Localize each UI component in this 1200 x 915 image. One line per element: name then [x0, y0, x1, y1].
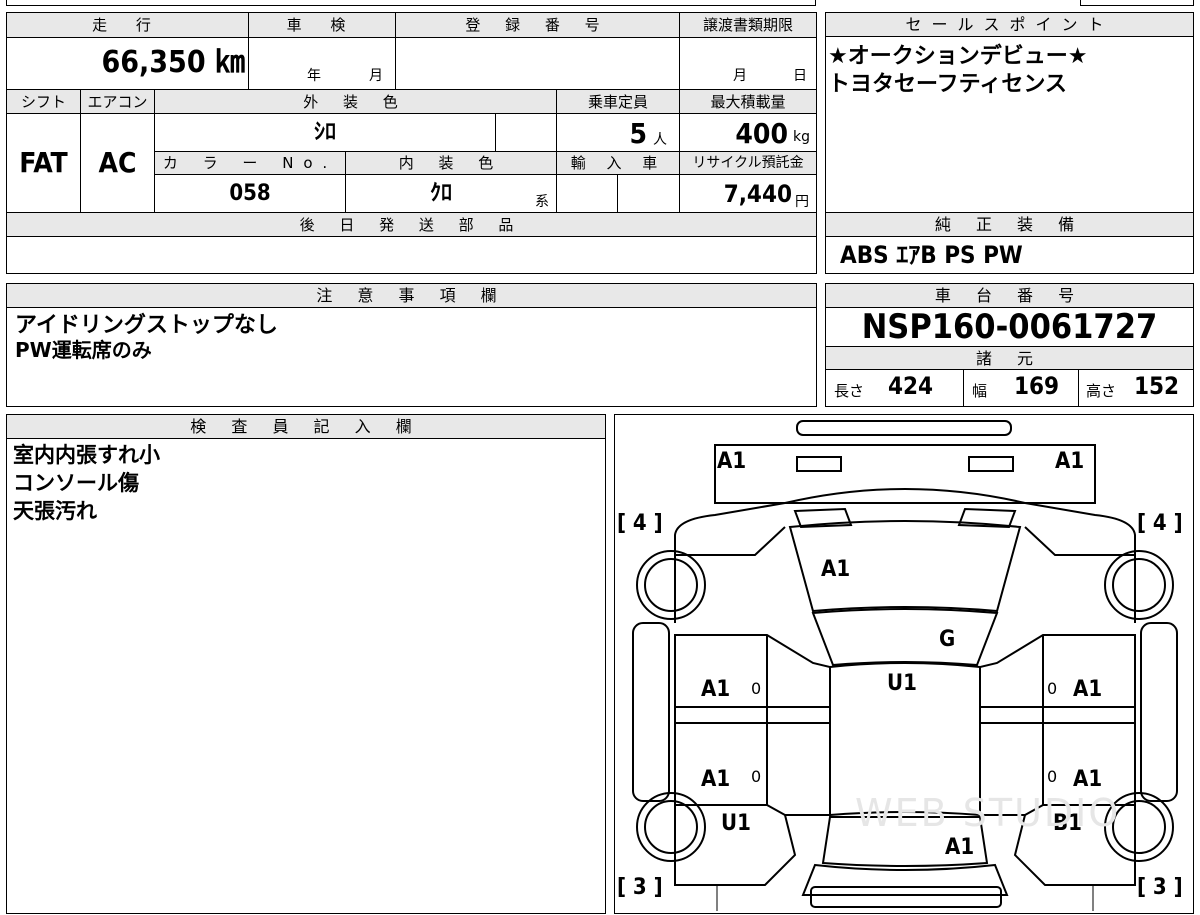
transfer-header: 譲渡書類期限: [680, 13, 816, 37]
exterior-value: ｼﾛ: [313, 120, 336, 145]
interior-suffix: 系: [535, 194, 549, 210]
later-parts-header: 後 日 発 送 部 品: [7, 213, 816, 236]
recycle-unit: 円: [795, 194, 809, 210]
inspector-box: 検 査 員 記 入 欄 室内内張すれ小 コンソール傷 天張汚れ: [6, 414, 606, 914]
chassis-box: 車 台 番 号 NSP160-0061727 諸 元 長さ 424 幅 169 …: [825, 283, 1194, 407]
code-bumper-right: A1: [1055, 449, 1085, 474]
ac-value: AC: [98, 146, 137, 179]
exterior-header: 外 装 色: [155, 90, 556, 113]
sales-point-line-2: トヨタセーフティセンス: [828, 72, 1067, 97]
tire-front-right: [ 4 ]: [1137, 511, 1183, 536]
capacity-header: 乗車定員: [557, 90, 679, 113]
equipment-value: ABS ｴｱB PS PW: [840, 241, 1023, 269]
sales-point-line-1: ★オークションデビュー★: [828, 44, 1088, 69]
interior-value: ｸﾛ: [429, 181, 452, 206]
chassis-number: NSP160-0061727: [861, 307, 1158, 347]
code-windshield: G: [939, 627, 956, 652]
notes-box: 注 意 事 項 欄 アイドリングストップなし PW運転席のみ: [6, 283, 817, 407]
max-load-header: 最大積載量: [680, 90, 816, 113]
notes-line-1: アイドリングストップなし: [15, 313, 278, 338]
length-value: 424: [888, 372, 934, 400]
import-header: 輸 入 車: [557, 152, 679, 174]
inspection-month-unit: 月: [369, 68, 383, 84]
color-no-value: 058: [229, 181, 271, 206]
door-mark-rl: 0: [751, 767, 762, 786]
tire-rear-right: [ 3 ]: [1137, 875, 1183, 900]
color-no-header: カ ラ ー No.: [155, 152, 345, 174]
spec-table: 走 行 車 検 登 録 番 号 譲渡書類期限 66,350 ㎞ 年 月 月 日 …: [6, 12, 817, 274]
code-roof: U1: [887, 671, 917, 696]
capacity-value: 5: [629, 117, 647, 150]
code-bumper-left: A1: [717, 449, 747, 474]
recycle-value: 7,440: [723, 180, 792, 208]
code-trunk: A1: [945, 835, 975, 860]
door-mark-fl: 0: [751, 679, 762, 698]
tire-front-left: [ 4 ]: [617, 511, 663, 536]
sales-point-box: セールスポイント ★オークションデビュー★ トヨタセーフティセンス: [825, 12, 1194, 213]
mileage-value: 66,350 ㎞: [101, 45, 245, 80]
max-load-value: 400: [735, 117, 788, 150]
shift-header: シフト: [7, 90, 80, 113]
chassis-header: 車 台 番 号: [826, 284, 1193, 308]
mileage-header: 走 行: [7, 13, 248, 37]
watermark: WEB STUDIO: [855, 791, 1121, 835]
capacity-unit: 人: [653, 132, 667, 148]
inspection-year-unit: 年: [307, 68, 321, 84]
code-rear-door-right: A1: [1073, 767, 1103, 792]
inspection-header: 車 検: [249, 13, 395, 37]
inspector-line-3: 天張汚れ: [13, 499, 97, 523]
sales-point-header: セールスポイント: [826, 13, 1193, 37]
code-rear-door-left: A1: [701, 767, 731, 792]
max-load-unit: kg: [793, 129, 810, 145]
car-diagram: A1 A1 A1 G U1 A1 A1 A1 A1 U1 B1 A1 0 0 0…: [614, 414, 1194, 914]
inspector-line-1: 室内内張すれ小: [13, 443, 160, 467]
registration-header: 登 録 番 号: [396, 13, 679, 37]
code-front-door-right: A1: [1073, 677, 1103, 702]
height-label: 高さ: [1086, 382, 1117, 400]
equipment-header: 純 正 装 備: [826, 213, 1193, 237]
inspector-line-2: コンソール傷: [13, 471, 139, 495]
transfer-month-unit: 月: [733, 68, 747, 84]
width-label: 幅: [972, 382, 988, 400]
notes-line-2: PW運転席のみ: [15, 338, 152, 362]
tire-rear-left: [ 3 ]: [617, 875, 663, 900]
code-rear-fender-left: U1: [721, 811, 751, 836]
height-value: 152: [1134, 372, 1180, 400]
inspector-header: 検 査 員 記 入 欄: [7, 415, 605, 439]
equipment-box: 純 正 装 備 ABS ｴｱB PS PW: [825, 212, 1194, 274]
code-bonnet: A1: [821, 557, 851, 582]
car-outline: [632, 420, 1178, 911]
interior-header: 内 装 色: [346, 152, 556, 174]
shift-value: FAT: [19, 146, 68, 179]
top-strip: [0, 0, 1200, 8]
length-label: 長さ: [834, 382, 865, 400]
recycle-header: リサイクル預託金: [680, 152, 816, 174]
width-value: 169: [1014, 372, 1060, 400]
transfer-day-unit: 日: [793, 68, 807, 84]
notes-header: 注 意 事 項 欄: [7, 284, 816, 308]
ac-header: エアコン: [81, 90, 154, 113]
door-mark-fr: 0: [1047, 679, 1058, 698]
door-mark-rr: 0: [1047, 767, 1058, 786]
dims-header: 諸 元: [826, 346, 1193, 370]
code-front-door-left: A1: [701, 677, 731, 702]
